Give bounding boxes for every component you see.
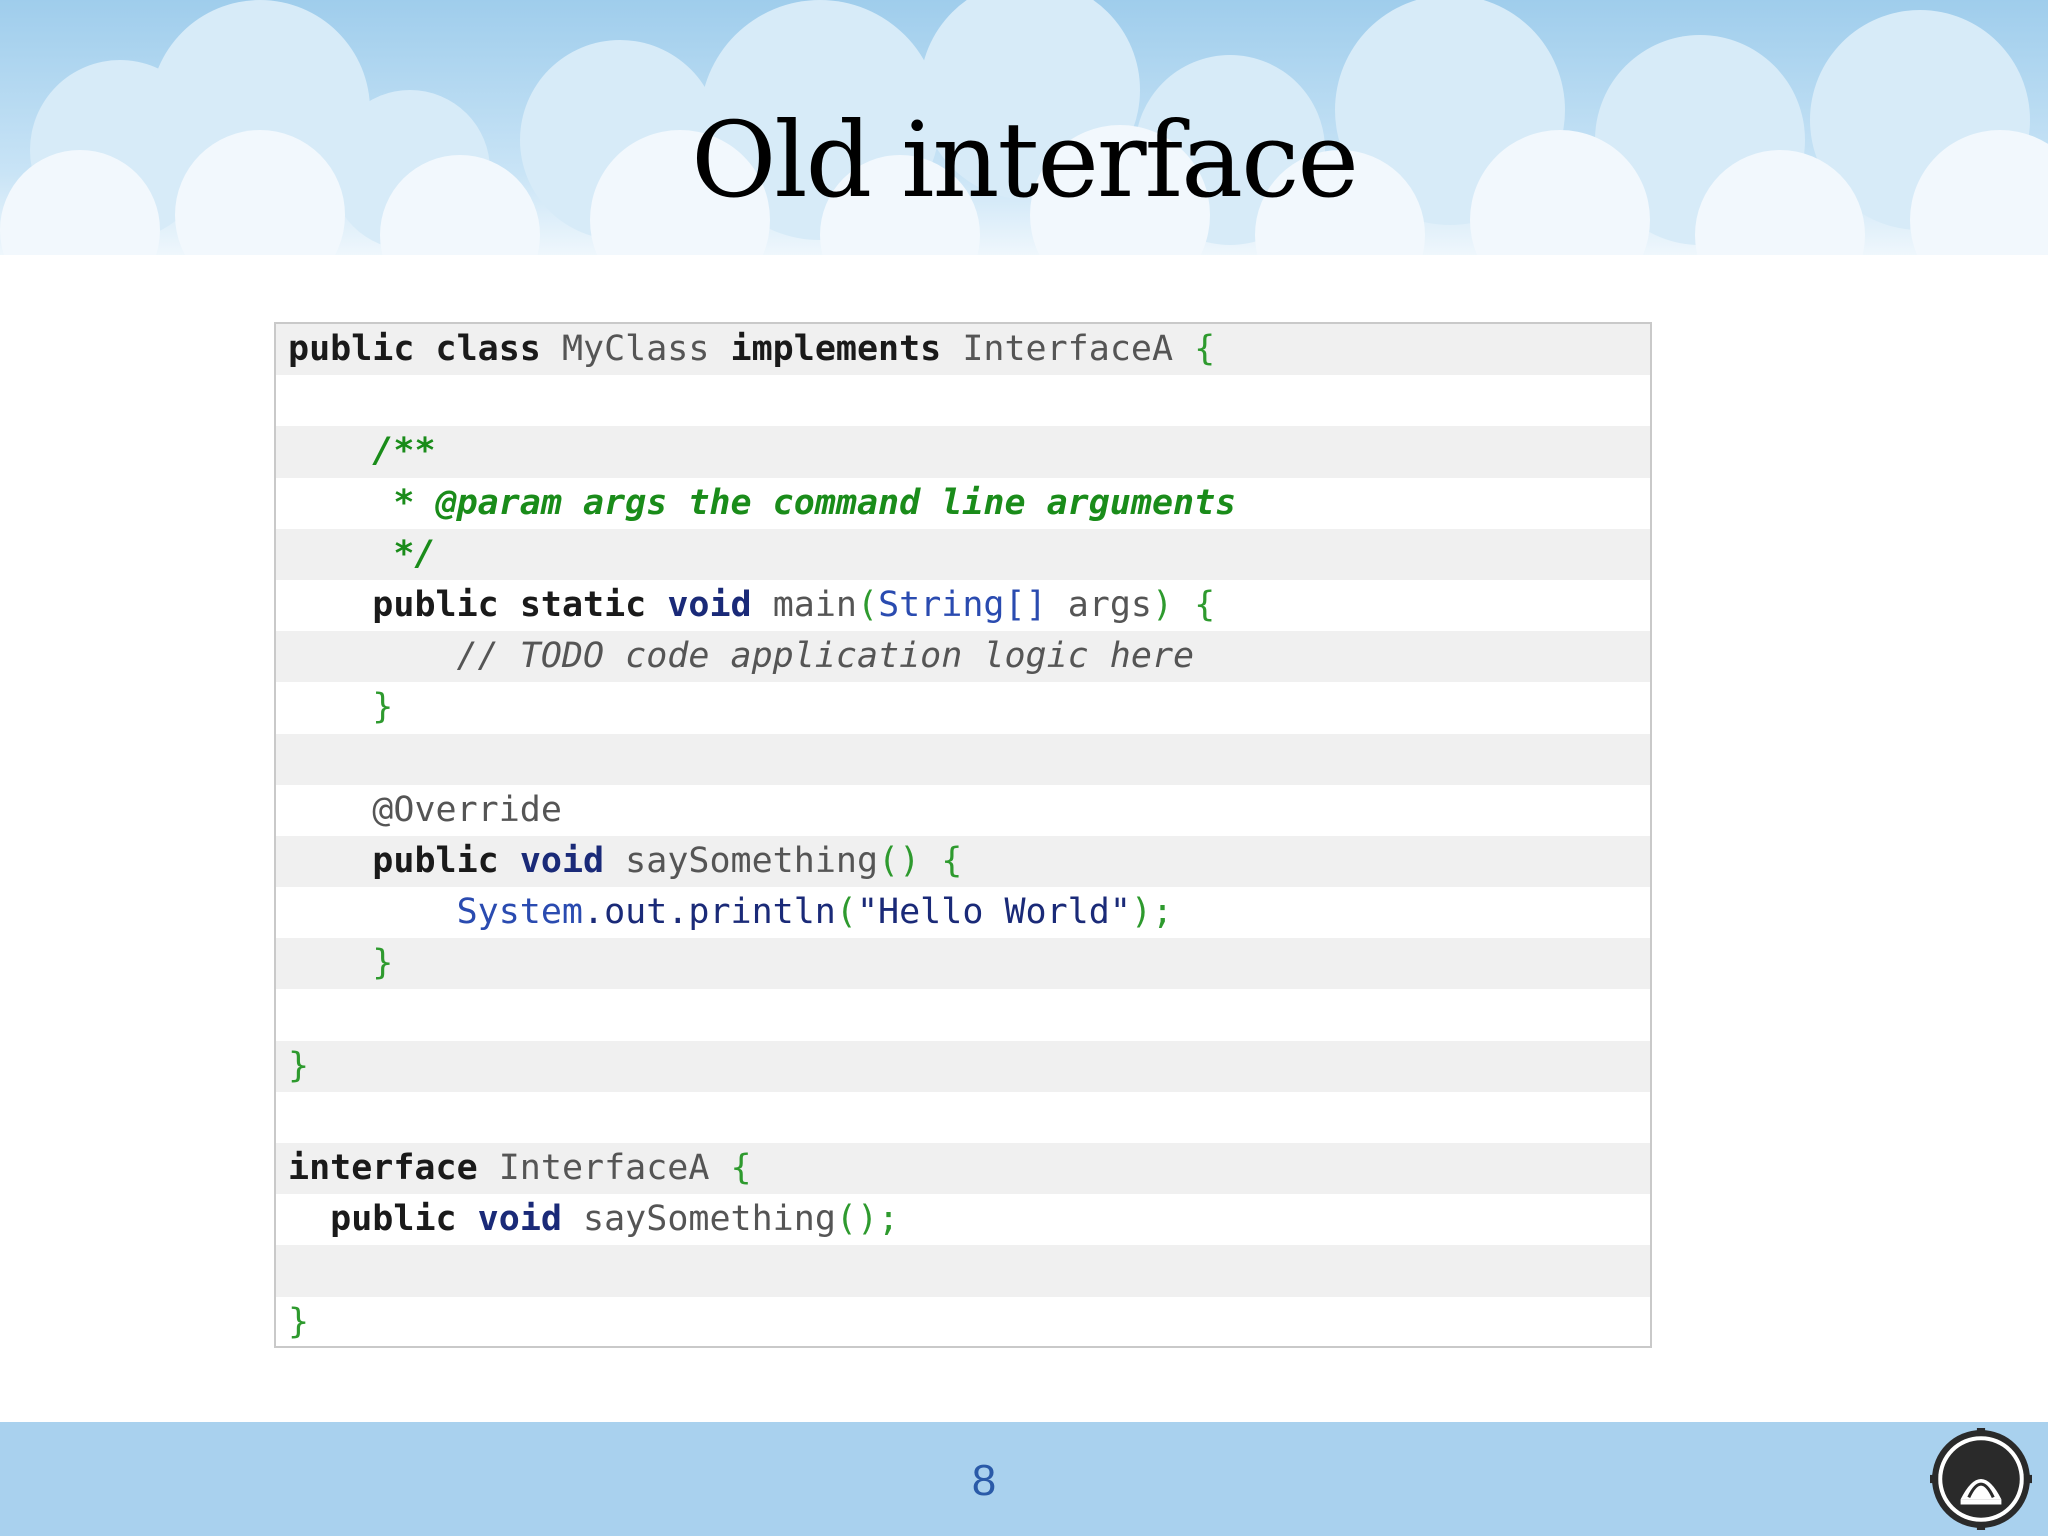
code-token: void: [519, 840, 605, 881]
code-line: public static void main(String[] args) {: [276, 579, 1650, 632]
code-token: String[]: [878, 584, 1047, 625]
code-token: public: [330, 1199, 457, 1240]
code-token: {: [1194, 329, 1216, 369]
code-token: // TODO code application logic here: [456, 636, 1195, 677]
code-token: {: [1194, 584, 1216, 625]
code-line: [276, 1245, 1650, 1297]
code-token: * @param args the command line arguments: [393, 482, 1237, 523]
code-token: public: [288, 329, 415, 369]
code-line: }: [276, 682, 1650, 734]
code-line: public class MyClass implements Interfac…: [276, 324, 1650, 376]
code-token: void: [667, 584, 752, 625]
code-token: @Override: [372, 789, 562, 830]
code-token: InterfaceA: [477, 1148, 731, 1188]
code-line: /**: [276, 426, 1650, 478]
code-token: }: [372, 943, 394, 984]
code-token: ): [1152, 584, 1174, 625]
code-token: */: [393, 533, 436, 574]
code-token: InterfaceA: [941, 329, 1195, 369]
code-token: /**: [372, 431, 436, 472]
code-token: }: [288, 1045, 310, 1086]
code-token: }: [288, 1301, 310, 1342]
page-number: 8: [971, 1456, 997, 1505]
code-token: public: [372, 584, 499, 625]
code-line: interface InterfaceA {: [276, 1143, 1650, 1195]
code-line: [276, 375, 1650, 427]
university-seal-icon: [1930, 1428, 2032, 1530]
code-token: {: [941, 840, 963, 881]
code-token: {: [730, 1148, 752, 1188]
code-token: .out.println: [583, 892, 836, 933]
code-line: }: [276, 1296, 1650, 1346]
code-token: static: [519, 584, 647, 625]
code-line: // TODO code application logic here: [276, 631, 1650, 683]
code-token: class: [435, 329, 541, 369]
code-line: [276, 1091, 1650, 1143]
code-token: "Hello World": [856, 892, 1131, 933]
code-token: void: [477, 1199, 562, 1240]
code-token: System: [456, 892, 584, 933]
code-line: public void saySomething() {: [276, 835, 1650, 888]
code-token: args: [1046, 584, 1152, 625]
code-line: [276, 989, 1650, 1041]
code-token: MyClass: [540, 329, 731, 369]
code-line: * @param args the command line arguments: [276, 477, 1650, 529]
slide-title: Old interface: [691, 99, 1359, 221]
code-token: main: [751, 584, 857, 625]
code-line: @Override: [276, 784, 1650, 836]
code-line: }: [276, 1040, 1650, 1092]
code-token: saySomething: [561, 1199, 836, 1240]
code-line: }: [276, 938, 1650, 990]
code-block: public class MyClass implements Interfac…: [274, 322, 1652, 1348]
code-line: System.out.println("Hello World");: [276, 887, 1650, 939]
code-line: */: [276, 528, 1650, 580]
code-token: saySomething: [604, 840, 879, 881]
code-line: public void saySomething();: [276, 1194, 1650, 1246]
code-token: implements: [730, 329, 942, 369]
code-token: interface: [288, 1148, 478, 1188]
code-token: (): [878, 840, 921, 881]
code-token: }: [372, 687, 394, 728]
code-token: public: [372, 840, 499, 881]
code-token: (: [856, 584, 879, 625]
code-token: );: [1130, 892, 1174, 933]
code-line: [276, 733, 1650, 785]
code-token: ();: [835, 1199, 900, 1240]
code-token: (: [835, 892, 857, 933]
